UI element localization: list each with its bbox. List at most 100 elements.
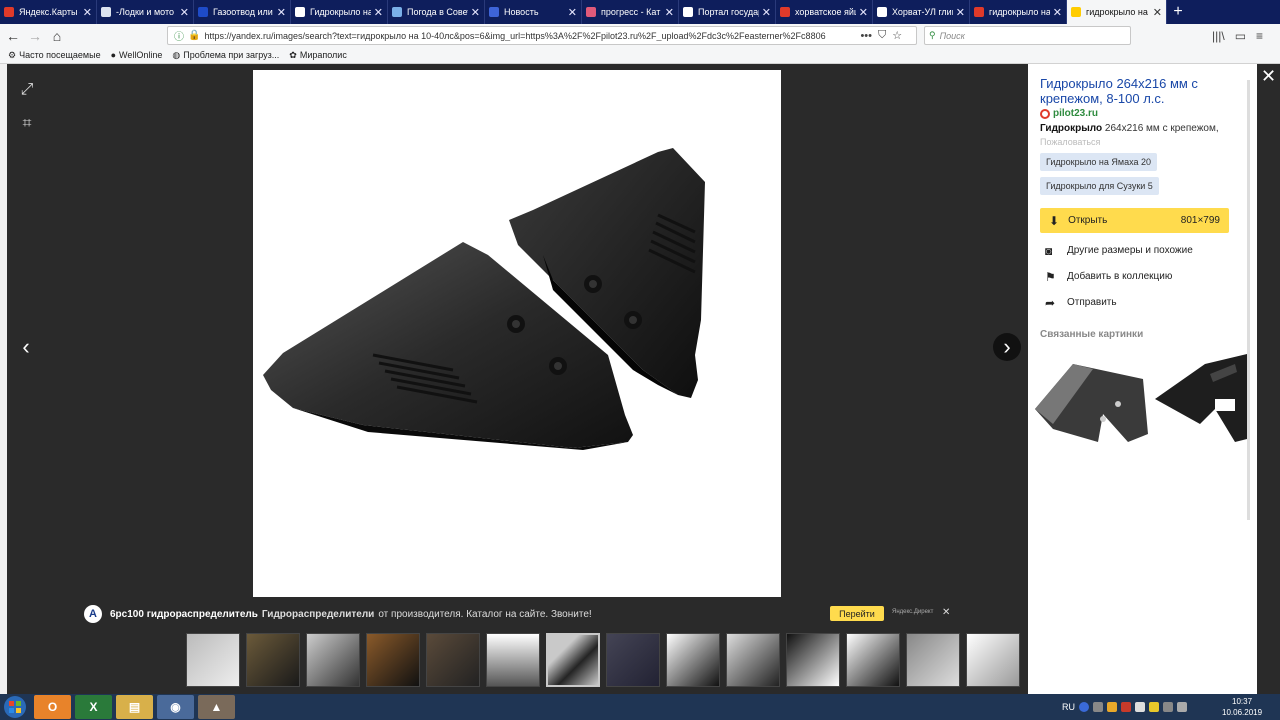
tab-close-icon[interactable]: ✕ [1053, 6, 1062, 19]
ad-title[interactable]: 6рс100 гидрораспределитель [110, 609, 258, 620]
tray-icon[interactable] [1093, 702, 1103, 712]
thumbnail[interactable] [786, 633, 840, 687]
tab-close-icon[interactable]: ✕ [568, 6, 577, 19]
complain-link[interactable]: Пожаловаться [1040, 137, 1245, 147]
tray-icon[interactable] [1163, 702, 1173, 712]
tab-close-icon[interactable]: ✕ [1153, 6, 1162, 19]
related-image[interactable] [1155, 354, 1247, 444]
firefox-app-icon[interactable]: ◉ [157, 695, 194, 719]
thumbnail[interactable] [666, 633, 720, 687]
tab-10[interactable]: гидрокрыло на ✕ [970, 0, 1067, 24]
tab-4[interactable]: Погода в Совет ✕ [388, 0, 485, 24]
tab-9[interactable]: Хорват-УЛ глиг ✕ [873, 0, 970, 24]
url-text[interactable]: https://yandex.ru/images/search?text=гид… [204, 31, 854, 41]
image-title-link[interactable]: Гидрокрыло 264х216 мм с крепежом, 8-100 … [1040, 76, 1230, 106]
ad-close-icon[interactable]: ✕ [942, 607, 950, 618]
next-image-arrow[interactable]: › [993, 333, 1021, 361]
bookmark-item[interactable]: ⚙ Часто посещаемые [8, 50, 101, 61]
expand-icon[interactable]: ⤢ [17, 80, 37, 100]
bookmark-star-icon[interactable]: ☆ [892, 29, 902, 42]
panel-scrollbar[interactable] [1247, 80, 1250, 520]
thumbnail-strip [186, 633, 1020, 687]
tab-close-icon[interactable]: ✕ [665, 6, 674, 19]
tab-7[interactable]: Портал государ ✕ [679, 0, 776, 24]
tab-5[interactable]: Новость ✕ [485, 0, 582, 24]
pocket-icon[interactable]: ⛉ [878, 29, 886, 42]
previous-image-arrow[interactable]: ‹ [12, 333, 40, 361]
tab-11[interactable]: гидрокрыло на ✕ [1067, 0, 1167, 24]
tab-close-icon[interactable]: ✕ [762, 6, 771, 19]
tray-icon[interactable] [1121, 702, 1131, 712]
open-button[interactable]: ⬇ Открыть 801×799 [1040, 208, 1229, 233]
tab-2[interactable]: Газоотвод или ✕ [194, 0, 291, 24]
close-viewer-button[interactable]: ✕ [1257, 64, 1280, 694]
tab-close-icon[interactable]: ✕ [180, 6, 189, 19]
excel-app-icon[interactable]: X [75, 695, 112, 719]
related-image[interactable] [1033, 354, 1151, 444]
bookmark-item[interactable]: ✿ Мираполис [289, 50, 347, 61]
tab-6[interactable]: прогресс - Кат ✕ [582, 0, 679, 24]
thumbnail[interactable] [426, 633, 480, 687]
tray-icon[interactable] [1149, 702, 1159, 712]
tab-0[interactable]: Яндекс.Карты —✕ [0, 0, 97, 24]
menu-icon[interactable]: ≡ [1256, 29, 1263, 43]
volume-icon[interactable] [1177, 702, 1187, 712]
thumbnail[interactable] [966, 633, 1020, 687]
explorer-app-icon[interactable]: ▤ [116, 695, 153, 719]
forward-button[interactable]: → [24, 25, 46, 47]
related-hydrofoil-2 [1155, 354, 1247, 442]
tag-yamaha-20[interactable]: Гидрокрыло на Ямаха 20 [1040, 153, 1158, 171]
ad-banner[interactable]: А 6рс100 гидрораспределитель Гидрораспре… [84, 604, 954, 624]
tab-close-icon[interactable]: ✕ [859, 6, 868, 19]
other-sizes-button[interactable]: ◙ Другие размеры и похожие [1040, 242, 1245, 259]
tag-suzuki-5[interactable]: Гидрокрыло для Сузуки 5 [1040, 177, 1159, 195]
tab-3[interactable]: Гидрокрыло на ✕ [291, 0, 388, 24]
ad-go-button[interactable]: Перейти [830, 606, 884, 621]
back-button[interactable]: ← [2, 25, 24, 47]
search-field[interactable]: ⚲ Поиск [924, 26, 1131, 45]
library-icon[interactable]: |||\ [1212, 29, 1225, 43]
new-tab-button[interactable]: + [1167, 0, 1189, 24]
tab-close-icon[interactable]: ✕ [374, 6, 383, 19]
thumbnail[interactable] [186, 633, 240, 687]
thumbnail-selected[interactable] [546, 633, 600, 687]
language-indicator[interactable]: RU [1062, 702, 1075, 712]
page-actions-button[interactable]: ••• [860, 30, 872, 42]
thumbnail[interactable] [366, 633, 420, 687]
help-icon[interactable] [1079, 702, 1089, 712]
address-bar[interactable]: ⓘ 🔒 https://yandex.ru/images/search?text… [167, 26, 917, 45]
outlook-app-icon[interactable]: O [34, 695, 71, 719]
start-button[interactable] [0, 694, 30, 720]
thumbnail[interactable] [486, 633, 540, 687]
bookmark-item[interactable]: ● WellOnline [111, 50, 163, 60]
thumbnail[interactable] [606, 633, 660, 687]
app-icon[interactable]: ▲ [198, 695, 235, 719]
tab-close-icon[interactable]: ✕ [471, 6, 480, 19]
page-icon [295, 7, 305, 17]
thumbnail[interactable] [906, 633, 960, 687]
thumbnail[interactable] [846, 633, 900, 687]
clock[interactable]: 10:37 10.06.2019 [1222, 696, 1262, 718]
map-pin-icon [4, 7, 14, 17]
sidebar-icon[interactable]: ▭ [1235, 29, 1246, 43]
tab-1[interactable]: -Лодки и мото ✕ [97, 0, 194, 24]
thumbnail[interactable] [726, 633, 780, 687]
crop-icon[interactable]: ⌗ [17, 114, 37, 134]
bookmark-item[interactable]: ◍ Проблема при загруз... [172, 50, 279, 61]
tab-8[interactable]: хорватское яйц ✕ [776, 0, 873, 24]
share-button[interactable]: ➦ Отправить [1040, 294, 1245, 311]
home-button[interactable]: ⌂ [46, 25, 68, 47]
main-image[interactable] [253, 70, 781, 597]
info-icon[interactable]: ⓘ [174, 28, 184, 43]
add-to-collection-button[interactable]: ⚑ Добавить в коллекцию [1040, 268, 1245, 285]
thumbnail[interactable] [306, 633, 360, 687]
tab-close-icon[interactable]: ✕ [277, 6, 286, 19]
tray-icon[interactable] [1135, 702, 1145, 712]
thumbnail[interactable] [246, 633, 300, 687]
tab-close-icon[interactable]: ✕ [83, 6, 92, 19]
tray-icon[interactable] [1107, 702, 1117, 712]
open-label: Открыть [1068, 215, 1108, 226]
source-site[interactable]: pilot23.ru [1040, 108, 1245, 119]
tab-close-icon[interactable]: ✕ [956, 6, 965, 19]
site-link[interactable]: pilot23.ru [1053, 108, 1098, 119]
